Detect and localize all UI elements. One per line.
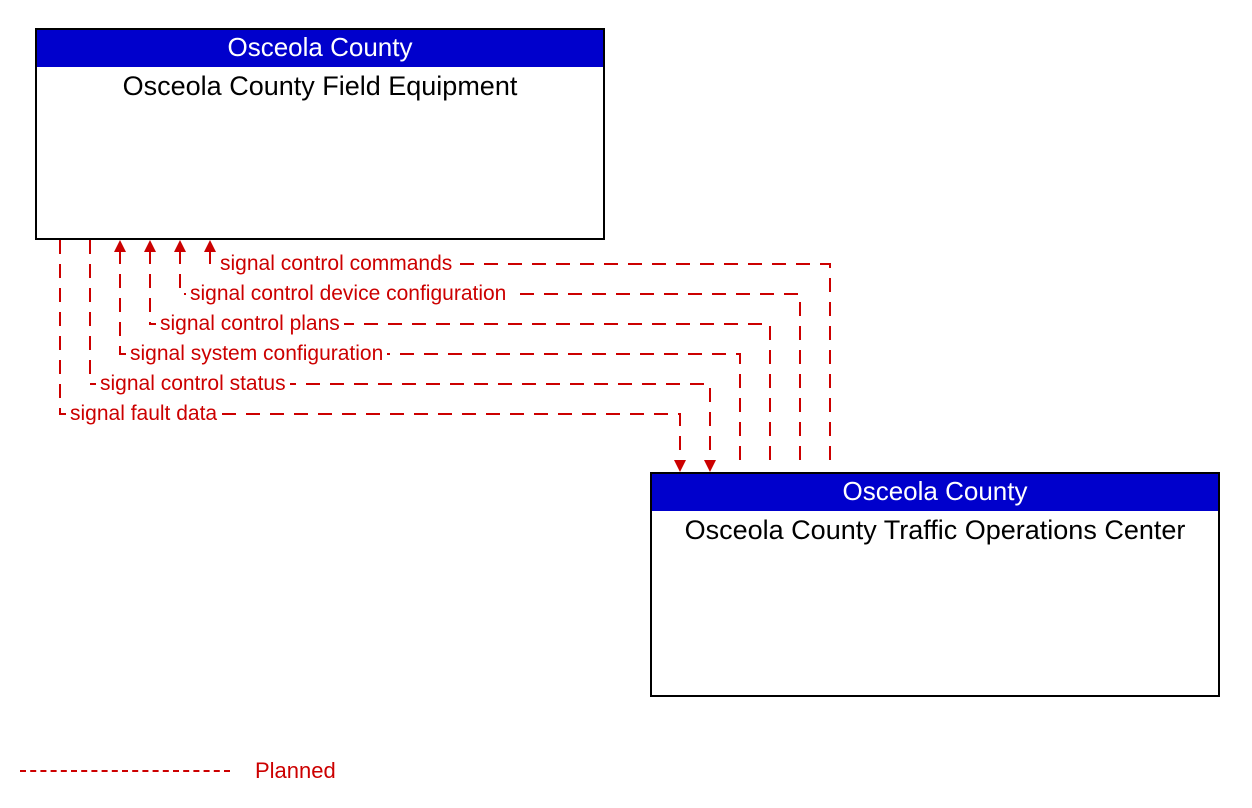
- node-field-equipment-title: Osceola County Field Equipment: [37, 67, 603, 102]
- flow-label-signal-system-configuration: signal system configuration: [126, 342, 387, 366]
- legend-label-planned: Planned: [255, 758, 336, 784]
- flow-label-signal-control-status: signal control status: [96, 372, 290, 396]
- legend-line-planned: [20, 770, 230, 772]
- flow-label-signal-control-device-configuration: signal control device configuration: [186, 282, 510, 306]
- flow-label-signal-fault-data: signal fault data: [66, 402, 221, 426]
- node-traffic-ops-center-title: Osceola County Traffic Operations Center: [652, 511, 1218, 546]
- flow-label-signal-control-plans: signal control plans: [156, 312, 344, 336]
- flow-label-signal-control-commands: signal control commands: [216, 252, 456, 276]
- node-field-equipment: Osceola County Osceola County Field Equi…: [35, 28, 605, 240]
- node-traffic-ops-center: Osceola County Osceola County Traffic Op…: [650, 472, 1220, 697]
- node-field-equipment-header: Osceola County: [37, 30, 603, 67]
- node-traffic-ops-center-header: Osceola County: [652, 474, 1218, 511]
